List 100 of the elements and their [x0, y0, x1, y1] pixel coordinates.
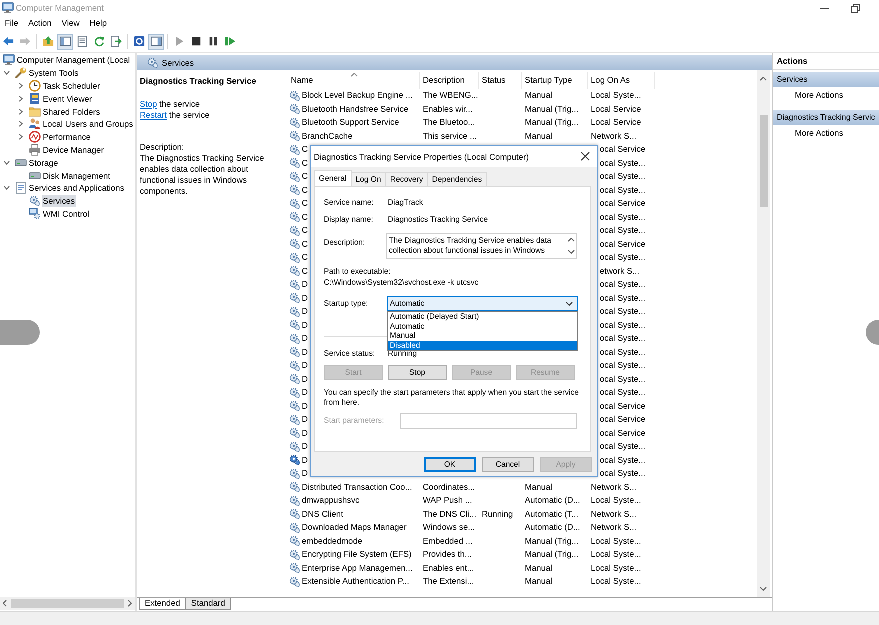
chevron-down-icon[interactable] [4, 185, 10, 192]
section-header[interactable]: Diagnostics Tracking Servic [773, 110, 879, 125]
tree-item[interactable]: Disk Management [42, 170, 112, 182]
service-name[interactable]: Distributed Transaction Coo... [302, 480, 412, 494]
menu-item[interactable]: Action [28, 17, 52, 30]
service-name[interactable]: D [302, 454, 308, 467]
tree-item[interactable]: Storage [28, 156, 60, 169]
scroll-left-icon[interactable] [3, 600, 7, 607]
service-name[interactable]: D [302, 305, 308, 318]
previous-page-button[interactable] [0, 320, 40, 345]
service-name[interactable]: C [302, 224, 308, 238]
tree-item[interactable]: Services [42, 195, 76, 208]
service-name[interactable]: D [302, 426, 308, 440]
tree-item[interactable]: System Tools [28, 67, 80, 80]
chevron-right-icon[interactable] [18, 108, 24, 115]
window-title: Computer Management [16, 2, 104, 15]
service-name[interactable]: Bluetooth Handsfree Service [302, 102, 409, 116]
service-name[interactable]: D [302, 440, 308, 454]
chevron-right-icon[interactable] [18, 121, 24, 128]
log-on-account: Local Syste... [591, 549, 642, 559]
column-header[interactable]: Description [420, 72, 479, 89]
console-tree-button[interactable] [57, 34, 73, 50]
chevron-down-icon[interactable] [4, 160, 10, 166]
log-on-account: ocal Syste... [600, 320, 646, 330]
service-name[interactable]: C [302, 170, 308, 184]
service-name[interactable]: dmwappushsvc [302, 494, 360, 508]
column-header[interactable]: Startup Type [522, 72, 588, 89]
service-name[interactable]: BranchCache [302, 130, 353, 143]
column-header[interactable]: Status [479, 72, 522, 89]
close-icon[interactable] [581, 152, 590, 161]
service-name[interactable]: D [302, 292, 308, 305]
action-pane-button[interactable] [148, 34, 164, 50]
service-name[interactable]: Downloaded Maps Manager [302, 521, 407, 534]
horizontal-scrollbar[interactable] [0, 597, 135, 610]
scrollbar-thumb[interactable] [11, 599, 124, 608]
service-name[interactable]: D [302, 346, 308, 359]
tree-item[interactable]: Device Manager [42, 144, 105, 156]
service-name[interactable]: D [302, 372, 308, 386]
chevron-right-icon[interactable] [18, 96, 24, 102]
service-title: Diagnostics Tracking Service [140, 76, 258, 87]
scroll-down-icon[interactable] [568, 250, 574, 254]
service-name[interactable]: Enterprise App Managemen... [302, 562, 413, 575]
vertical-scrollbar[interactable] [757, 70, 770, 597]
chevron-right-icon[interactable] [18, 82, 24, 89]
disk-drive-icon [29, 170, 41, 182]
service-name[interactable]: C [302, 143, 308, 156]
service-name[interactable]: D [302, 400, 308, 413]
export-button[interactable] [108, 34, 124, 50]
service-description: The WBENG... [423, 90, 478, 100]
tree-item[interactable]: Services and Applications [28, 182, 126, 194]
service-name[interactable]: D [302, 278, 308, 292]
log-on-account: Local Syste... [591, 495, 642, 505]
tree-item[interactable]: WMI Control [42, 208, 91, 220]
chevron-right-icon[interactable] [18, 134, 24, 140]
service-name[interactable]: Extensible Authentication P... [302, 575, 410, 588]
section-header[interactable]: Services [773, 72, 879, 87]
service-name[interactable]: D [302, 332, 308, 346]
view-tab[interactable]: Extended [139, 598, 186, 610]
service-name[interactable]: Encrypting File System (EFS) [302, 548, 412, 562]
view-tab[interactable]: Standard [185, 598, 232, 610]
service-name[interactable]: C [302, 156, 308, 170]
tree-item[interactable]: Task Scheduler [42, 80, 102, 92]
service-name[interactable]: D [302, 318, 308, 332]
action-link[interactable]: Stop [140, 98, 158, 108]
scrollbar-thumb[interactable] [760, 115, 768, 207]
menu-item[interactable]: Help [90, 17, 108, 30]
action-item[interactable]: More Actions [773, 87, 879, 103]
scroll-right-icon[interactable] [128, 600, 132, 607]
menu-item[interactable]: File [5, 17, 18, 30]
service-name[interactable]: embeddedmode [302, 534, 363, 548]
tree-item[interactable]: Local Users and Groups [42, 118, 134, 130]
service-name[interactable]: C [302, 210, 308, 224]
service-name[interactable]: Bluetooth Support Service [302, 116, 400, 130]
scroll-up-icon[interactable] [760, 77, 767, 81]
tree-item[interactable]: Shared Folders [42, 106, 102, 118]
service-name[interactable]: C [302, 264, 308, 278]
service-name[interactable]: C [302, 251, 308, 264]
column-header[interactable]: Name [288, 72, 420, 89]
service-name[interactable]: Block Level Backup Engine ... [302, 89, 413, 102]
tree-item[interactable]: Performance [42, 131, 92, 144]
menu-item[interactable]: View [62, 17, 80, 30]
service-name[interactable]: D [302, 359, 308, 372]
service-name[interactable]: C [302, 238, 308, 251]
action-link[interactable]: Restart [140, 110, 167, 120]
service-name[interactable]: D [302, 467, 308, 480]
scroll-down-icon[interactable] [760, 587, 767, 591]
service-description: Windows se... [423, 522, 476, 532]
service-name[interactable]: D [302, 413, 308, 426]
next-page-button[interactable] [866, 320, 879, 345]
service-name[interactable]: C [302, 197, 308, 210]
service-name[interactable]: D [302, 386, 308, 400]
service-name[interactable]: C [302, 184, 308, 197]
restore-icon[interactable] [851, 4, 860, 12]
scroll-up-icon[interactable] [568, 238, 574, 242]
action-item[interactable]: More Actions [773, 125, 879, 141]
chevron-down-icon[interactable] [4, 70, 10, 76]
tree-item[interactable]: Event Viewer [42, 92, 94, 105]
column-header[interactable]: Log On As [588, 72, 655, 89]
tree-item[interactable]: Computer Management (Local [16, 54, 132, 66]
service-name[interactable]: DNS Client [302, 508, 344, 521]
